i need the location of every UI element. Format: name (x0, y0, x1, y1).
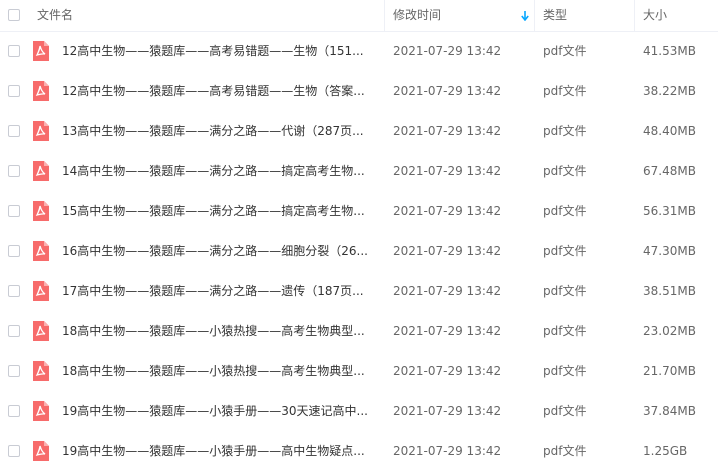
file-row[interactable]: 12高中生物——猿题库——高考易错题——生物（答案... 2021-07-29 … (0, 71, 718, 111)
pdf-file-icon (33, 81, 49, 101)
file-modified-time: 2021-07-29 13:42 (393, 204, 502, 218)
file-name[interactable]: 19高中生物——猿题库——小猿手册——高中生物疑点... (62, 431, 374, 471)
pdf-file-icon (33, 441, 49, 461)
file-modified-time: 2021-07-29 13:42 (393, 244, 502, 258)
file-name[interactable]: 12高中生物——猿题库——高考易错题——生物（151... (62, 31, 374, 71)
file-type: pdf文件 (543, 164, 587, 178)
file-row[interactable]: 19高中生物——猿题库——小猿手册——高中生物疑点... 2021-07-29 … (0, 431, 718, 471)
file-type: pdf文件 (543, 84, 587, 98)
pdf-file-icon (33, 281, 49, 301)
column-header-size[interactable]: 大小 (634, 0, 718, 31)
file-name[interactable]: 17高中生物——猿题库——满分之路——遗传（187页... (62, 271, 374, 311)
file-type: pdf文件 (543, 204, 587, 218)
row-checkbox[interactable] (8, 365, 20, 377)
file-name[interactable]: 18高中生物——猿题库——小猿热搜——高考生物典型... (62, 351, 374, 391)
select-all-checkbox[interactable] (8, 9, 20, 21)
file-name[interactable]: 13高中生物——猿题库——满分之路——代谢（287页... (62, 111, 374, 151)
file-modified-time: 2021-07-29 13:42 (393, 444, 502, 458)
pdf-file-icon (33, 161, 49, 181)
file-type: pdf文件 (543, 124, 587, 138)
column-header-type[interactable]: 类型 (534, 0, 635, 31)
file-type: pdf文件 (543, 364, 587, 378)
file-row[interactable]: 17高中生物——猿题库——满分之路——遗传（187页... 2021-07-29… (0, 271, 718, 311)
file-row[interactable]: 12高中生物——猿题库——高考易错题——生物（151... 2021-07-29… (0, 31, 718, 71)
file-row[interactable]: 13高中生物——猿题库——满分之路——代谢（287页... 2021-07-29… (0, 111, 718, 151)
row-checkbox[interactable] (8, 405, 20, 417)
file-modified-time: 2021-07-29 13:42 (393, 164, 502, 178)
pdf-file-icon (33, 401, 49, 421)
pdf-file-icon (33, 201, 49, 221)
row-checkbox[interactable] (8, 165, 20, 177)
file-type: pdf文件 (543, 284, 587, 298)
file-size: 56.31MB (643, 204, 696, 218)
pdf-file-icon (33, 361, 49, 381)
file-name[interactable]: 18高中生物——猿题库——小猿热搜——高考生物典型... (62, 311, 374, 351)
file-type: pdf文件 (543, 444, 587, 458)
file-size: 48.40MB (643, 124, 696, 138)
file-size: 47.30MB (643, 244, 696, 258)
file-row[interactable]: 16高中生物——猿题库——满分之路——细胞分裂（26... 2021-07-29… (0, 231, 718, 271)
file-name[interactable]: 14高中生物——猿题库——满分之路——搞定高考生物... (62, 151, 374, 191)
file-row[interactable]: 18高中生物——猿题库——小猿热搜——高考生物典型... 2021-07-29 … (0, 311, 718, 351)
column-header-type-label: 类型 (543, 8, 568, 22)
file-name[interactable]: 15高中生物——猿题库——满分之路——搞定高考生物... (62, 191, 374, 231)
column-header-modified-label: 修改时间 (393, 8, 442, 22)
pdf-file-icon (33, 241, 49, 261)
file-size: 37.84MB (643, 404, 696, 418)
file-modified-time: 2021-07-29 13:42 (393, 84, 502, 98)
pdf-file-icon (33, 121, 49, 141)
file-name[interactable]: 19高中生物——猿题库——小猿手册——30天速记高中... (62, 391, 374, 431)
column-header-modified[interactable]: 修改时间 (384, 0, 535, 31)
file-modified-time: 2021-07-29 13:42 (393, 124, 502, 138)
file-list: 文件名 修改时间 类型 大小 12高中生物——猿题库——高考易错题——生物（15… (0, 0, 718, 475)
file-name[interactable]: 12高中生物——猿题库——高考易错题——生物（答案... (62, 71, 374, 111)
file-type: pdf文件 (543, 404, 587, 418)
column-header-size-label: 大小 (643, 8, 668, 22)
file-size: 38.51MB (643, 284, 696, 298)
column-header-name[interactable]: 文件名 (37, 0, 377, 31)
file-row[interactable]: 15高中生物——猿题库——满分之路——搞定高考生物... 2021-07-29 … (0, 191, 718, 231)
row-checkbox[interactable] (8, 325, 20, 337)
row-checkbox[interactable] (8, 205, 20, 217)
file-type: pdf文件 (543, 44, 587, 58)
file-row[interactable]: 14高中生物——猿题库——满分之路——搞定高考生物... 2021-07-29 … (0, 151, 718, 191)
row-checkbox[interactable] (8, 245, 20, 257)
row-checkbox[interactable] (8, 85, 20, 97)
file-size: 67.48MB (643, 164, 696, 178)
file-modified-time: 2021-07-29 13:42 (393, 404, 502, 418)
file-row[interactable]: 19高中生物——猿题库——小猿手册——30天速记高中... 2021-07-29… (0, 391, 718, 431)
file-modified-time: 2021-07-29 13:42 (393, 284, 502, 298)
row-checkbox[interactable] (8, 125, 20, 137)
arrow-down-icon[interactable] (520, 0, 530, 31)
pdf-file-icon (33, 321, 49, 341)
file-type: pdf文件 (543, 244, 587, 258)
file-name[interactable]: 16高中生物——猿题库——满分之路——细胞分裂（26... (62, 231, 374, 271)
file-modified-time: 2021-07-29 13:42 (393, 324, 502, 338)
file-size: 41.53MB (643, 44, 696, 58)
file-modified-time: 2021-07-29 13:42 (393, 364, 502, 378)
file-size: 23.02MB (643, 324, 696, 338)
file-modified-time: 2021-07-29 13:42 (393, 44, 502, 58)
row-checkbox[interactable] (8, 45, 20, 57)
row-checkbox[interactable] (8, 445, 20, 457)
file-size: 21.70MB (643, 364, 696, 378)
file-type: pdf文件 (543, 324, 587, 338)
file-size: 38.22MB (643, 84, 696, 98)
file-row[interactable]: 18高中生物——猿题库——小猿热搜——高考生物典型... 2021-07-29 … (0, 351, 718, 391)
file-size: 1.25GB (643, 444, 688, 458)
pdf-file-icon (33, 41, 49, 61)
file-list-header: 文件名 修改时间 类型 大小 (0, 0, 718, 32)
row-checkbox[interactable] (8, 285, 20, 297)
